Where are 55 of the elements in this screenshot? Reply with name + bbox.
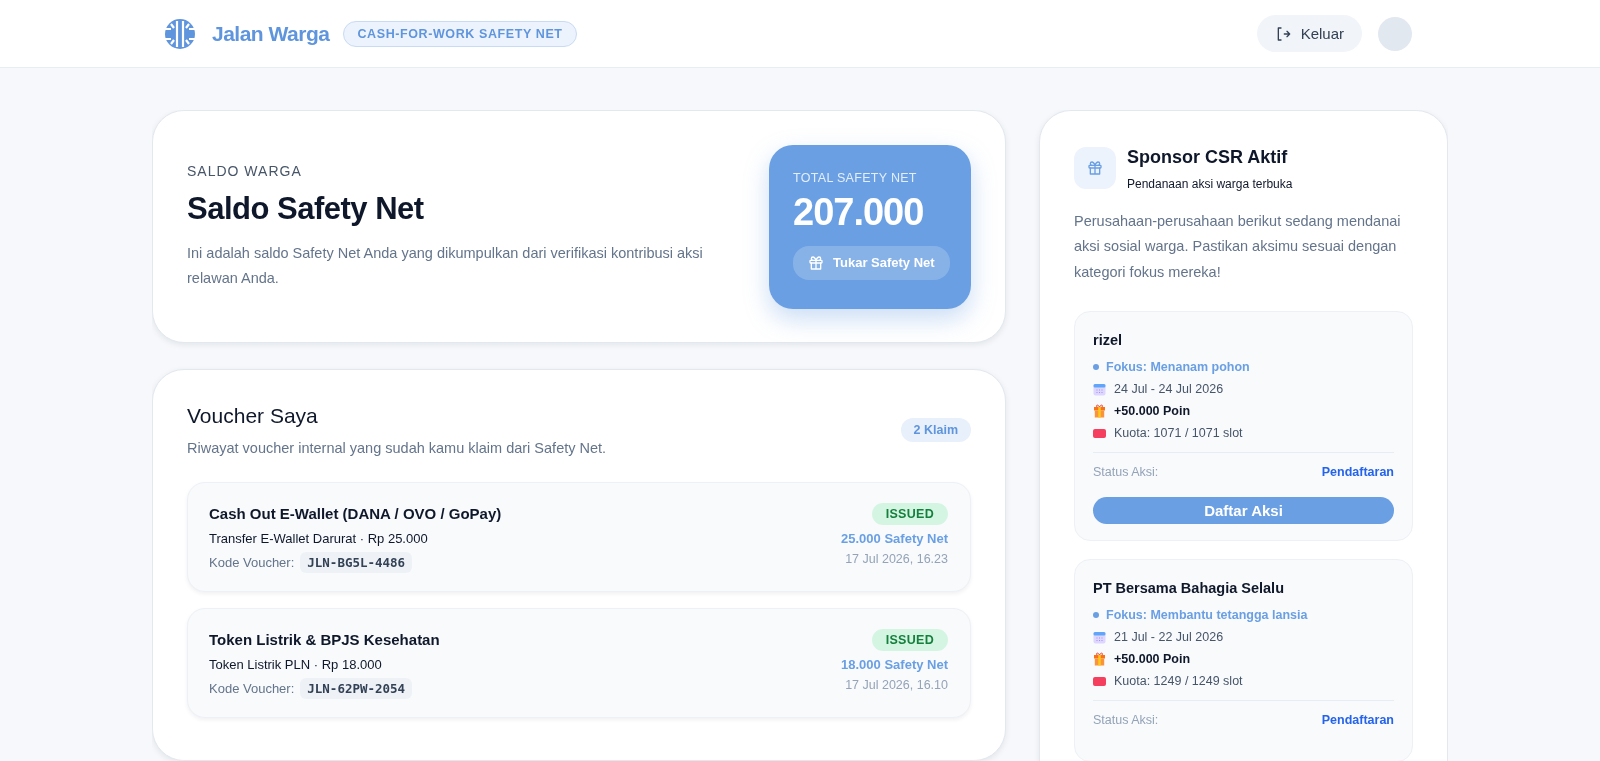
- panel-subtitle: Pendanaan aksi warga terbuka: [1127, 177, 1293, 191]
- tagline-badge: CASH-FOR-WORK SAFETY NET: [343, 20, 577, 47]
- section-title: Voucher Saya: [187, 404, 319, 428]
- balance-description: Ini adalah saldo Safety Net Anda yang dikumpulkan dari verifikasi kontribusi aksi relawan Anda.: [187, 243, 704, 288]
- voucher-cost: 25.000 Safety Net: [841, 531, 948, 546]
- redeem-button[interactable]: Tukar Safety Net: [793, 245, 950, 280]
- section-subtitle: Riwayat voucher internal yang sudah kamu klaim dari Safety Net.: [187, 440, 607, 456]
- gift-box-icon: [1093, 404, 1106, 419]
- voucher-name: Token Listrik & BPJS Kesehatan: [209, 631, 440, 648]
- register-button[interactable]: Daftar Aksi: [1093, 497, 1394, 525]
- date-range: 24 Jul - 24 Jul 2026: [1114, 382, 1224, 397]
- calendar-icon: [1093, 630, 1106, 644]
- voucher-detail: Token Listrik PLN · Rp 18.000: [209, 657, 383, 672]
- status-badge: ISSUED: [871, 503, 948, 525]
- sponsor-name: PT Bersama Bahagia Selalu: [1093, 580, 1285, 597]
- quota-label: Kuota: 1071 / 1071 slot: [1114, 426, 1243, 441]
- calendar-icon: [1093, 382, 1106, 396]
- bullet-icon: [1093, 612, 1099, 619]
- focus-label: Fokus: Menanam pohon: [1106, 360, 1250, 375]
- voucher-code: JLN-BG5L-4486: [300, 552, 413, 573]
- voucher-cost: 18.000 Safety Net: [841, 657, 948, 672]
- page-title: Saldo Safety Net: [187, 190, 425, 227]
- status-label: Status Aksi:: [1093, 465, 1159, 480]
- logout-button[interactable]: Keluar: [1256, 15, 1362, 52]
- ticket-icon: [1093, 676, 1106, 686]
- voucher-detail: Transfer E-Wallet Darurat · Rp 25.000: [209, 531, 429, 546]
- panel-title: Sponsor CSR Aktif: [1127, 147, 1289, 168]
- status-value: Pendaftaran: [1321, 713, 1394, 728]
- gift-box-icon: [1093, 652, 1106, 667]
- count-badge: 2 Klaim: [900, 418, 971, 442]
- avatar[interactable]: [1378, 16, 1412, 51]
- reward-points: +50.000 Poin: [1114, 404, 1191, 419]
- status-label: Status Aksi:: [1093, 713, 1159, 728]
- section-eyebrow: SALDO WARGA: [187, 162, 303, 179]
- total-label: TOTAL SAFETY NET: [793, 170, 918, 185]
- panel-description: Perusahaan-perusahaan berikut sedang mendanai aksi sosial warga. Pastikan aksimu sesuai dengan kategori fokus mereka!: [1074, 212, 1402, 282]
- date-range: 21 Jul - 22 Jul 2026: [1114, 630, 1224, 645]
- voucher-date: 17 Jul 2026, 16.23: [845, 552, 948, 566]
- gift-icon: [1087, 160, 1103, 176]
- quota-label: Kuota: 1249 / 1249 slot: [1114, 674, 1243, 689]
- reward-points: +50.000 Poin: [1114, 652, 1191, 667]
- focus-label: Fokus: Membantu tetangga lansia: [1106, 608, 1308, 623]
- sponsor-name: rizel: [1093, 332, 1123, 349]
- brand-name: Jalan Warga: [212, 21, 330, 46]
- code-label: Kode Voucher:: [209, 555, 295, 570]
- code-label: Kode Voucher:: [209, 681, 295, 696]
- total-amount: 207.000: [793, 190, 925, 234]
- status-value: Pendaftaran: [1321, 465, 1394, 480]
- voucher-date: 17 Jul 2026, 16.10: [845, 678, 948, 692]
- voucher-name: Cash Out E-Wallet (DANA / OVO / GoPay): [209, 505, 502, 522]
- status-badge: ISSUED: [871, 629, 948, 651]
- gift-icon: [808, 254, 824, 271]
- ticket-icon: [1093, 428, 1106, 438]
- voucher-code: JLN-62PW-2054: [300, 678, 413, 699]
- bullet-icon: [1093, 364, 1099, 371]
